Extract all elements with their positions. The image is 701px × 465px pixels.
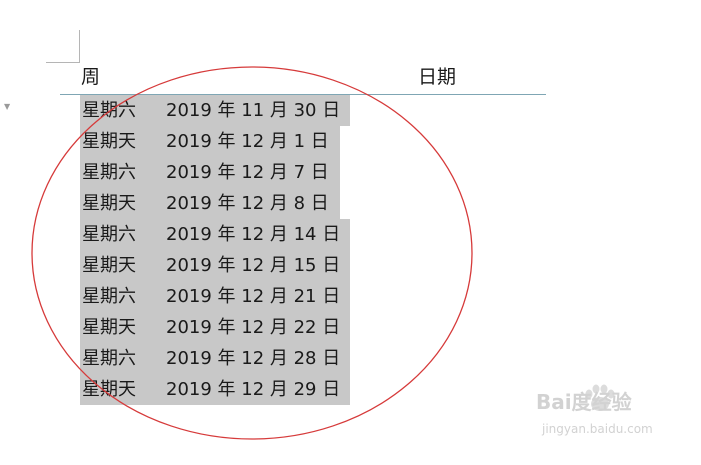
watermark: Bai度经验 jingyan.baidu.com — [536, 384, 666, 448]
document-page: ▼ 周 日期 星期六 2019 年 11 月 30 日 星期天 2019 年 12 … — [0, 0, 701, 465]
week-cell: 星期六 — [82, 348, 136, 369]
week-cell: 星期六 — [82, 224, 136, 245]
selection-highlight: 星期六 2019 年 12 月 14 日 — [80, 219, 350, 250]
column-header-date: 日期 — [418, 66, 457, 88]
selection-highlight: 星期六 2019 年 12 月 28 日 — [80, 343, 350, 374]
table-row[interactable]: 星期天 2019 年 12 月 8 日 — [80, 188, 370, 219]
date-cell: 2019 年 12 月 1 日 — [166, 131, 329, 152]
table-row[interactable]: 星期天 2019 年 12 月 1 日 — [80, 126, 370, 157]
watermark-url: jingyan.baidu.com — [542, 422, 653, 436]
week-cell: 星期天 — [82, 379, 136, 400]
selection-highlight: 星期六 2019 年 12 月 21 日 — [80, 281, 350, 312]
table-row[interactable]: 星期六 2019 年 12 月 28 日 — [80, 343, 370, 374]
week-cell: 星期天 — [82, 193, 136, 214]
watermark-brand: Bai度经验 — [536, 390, 632, 414]
week-cell: 星期天 — [82, 317, 136, 338]
table-body[interactable]: 星期六 2019 年 11 月 30 日 星期天 2019 年 12 月 1 日 星… — [80, 95, 370, 405]
selection-highlight: 星期六 2019 年 11 月 30 日 — [80, 95, 350, 126]
date-cell: 2019 年 12 月 8 日 — [166, 193, 329, 214]
table-row[interactable]: 星期六 2019 年 12 月 21 日 — [80, 281, 370, 312]
page-corner-mark-horizontal — [46, 62, 80, 63]
table-row[interactable]: 星期六 2019 年 11 月 30 日 — [80, 95, 370, 126]
selection-highlight: 星期天 2019 年 12 月 1 日 — [80, 126, 340, 157]
week-cell: 星期六 — [82, 100, 136, 121]
week-cell: 星期六 — [82, 286, 136, 307]
selection-highlight: 星期六 2019 年 12 月 7 日 — [80, 157, 340, 188]
selection-highlight: 星期天 2019 年 12 月 29 日 — [80, 374, 350, 405]
date-cell: 2019 年 11 月 30 日 — [166, 100, 341, 121]
page-corner-mark-vertical — [79, 30, 80, 63]
table-row[interactable]: 星期天 2019 年 12 月 29 日 — [80, 374, 370, 405]
collapse-marker-icon[interactable]: ▼ — [4, 102, 10, 111]
date-cell: 2019 年 12 月 21 日 — [166, 286, 341, 307]
selection-highlight: 星期天 2019 年 12 月 22 日 — [80, 312, 350, 343]
date-cell: 2019 年 12 月 28 日 — [166, 348, 341, 369]
table-row[interactable]: 星期天 2019 年 12 月 15 日 — [80, 250, 370, 281]
week-cell: 星期天 — [82, 131, 136, 152]
date-cell: 2019 年 12 月 7 日 — [166, 162, 329, 183]
selection-highlight: 星期天 2019 年 12 月 8 日 — [80, 188, 340, 219]
column-header-week: 周 — [81, 66, 101, 88]
date-cell: 2019 年 12 月 22 日 — [166, 317, 341, 338]
week-cell: 星期六 — [82, 162, 136, 183]
table-row[interactable]: 星期六 2019 年 12 月 7 日 — [80, 157, 370, 188]
selection-highlight: 星期天 2019 年 12 月 15 日 — [80, 250, 350, 281]
table-row[interactable]: 星期六 2019 年 12 月 14 日 — [80, 219, 370, 250]
date-cell: 2019 年 12 月 29 日 — [166, 379, 341, 400]
table-row[interactable]: 星期天 2019 年 12 月 22 日 — [80, 312, 370, 343]
date-cell: 2019 年 12 月 15 日 — [166, 255, 341, 276]
week-cell: 星期天 — [82, 255, 136, 276]
date-cell: 2019 年 12 月 14 日 — [166, 224, 341, 245]
